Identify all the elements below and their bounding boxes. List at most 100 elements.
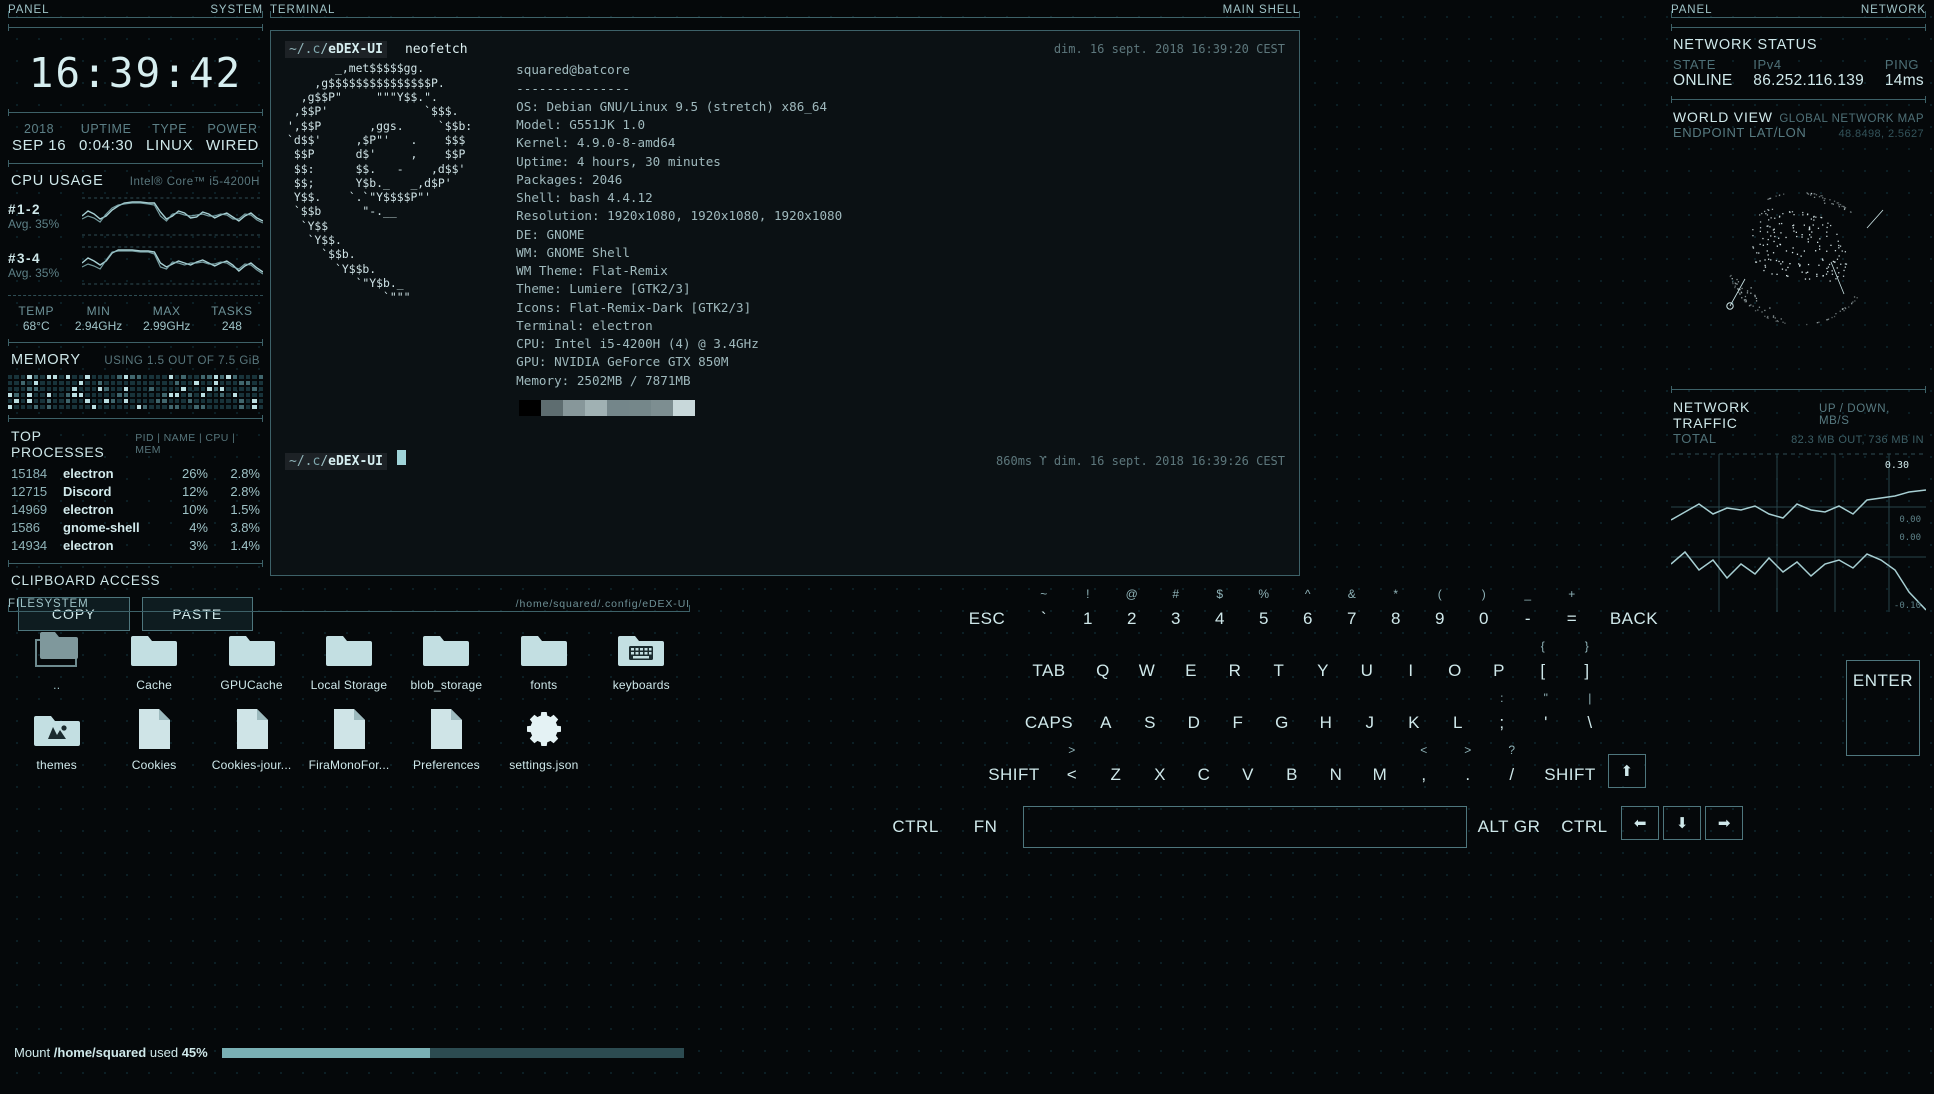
memory-cell <box>226 375 231 379</box>
key-tab[interactable]: TAB <box>1019 650 1079 692</box>
key-shift[interactable]: SHIFT <box>1536 754 1604 796</box>
key-[interactable]: {[ <box>1523 639 1563 692</box>
key-k[interactable]: K <box>1394 702 1434 744</box>
key-8[interactable]: * 8 <box>1376 587 1416 640</box>
terminal-output[interactable]: ~/.c/eDEX-UI neofetch dim. 16 sept. 2018… <box>270 30 1300 576</box>
key-s[interactable]: S <box>1130 702 1170 744</box>
filesystem-item[interactable]: Cookies-jour... <box>203 706 300 772</box>
key-ctrl[interactable]: CTRL <box>1551 806 1617 848</box>
key-enter[interactable]: ENTER <box>1845 660 1920 756</box>
table-row[interactable]: 15184 electron 26% 2.8% <box>8 464 263 482</box>
table-row[interactable]: 12715 Discord 12% 2.8% <box>8 482 263 500</box>
memory-cell <box>200 393 206 397</box>
key-h[interactable]: H <box>1306 702 1346 744</box>
key-m[interactable]: M <box>1360 754 1400 796</box>
filesystem-item[interactable]: .. <box>8 626 105 692</box>
key-[interactable]: ⬆ <box>1608 754 1646 788</box>
memory-cell <box>142 393 148 397</box>
key-[interactable]: ⬅ <box>1621 806 1660 840</box>
memory-cell <box>168 375 174 379</box>
key-o[interactable]: O <box>1435 650 1475 692</box>
filesystem-item[interactable]: Preferences <box>398 706 495 772</box>
key-3[interactable]: #3 <box>1156 587 1196 640</box>
key-[interactable]: >. <box>1448 743 1488 796</box>
key-space[interactable] <box>1022 806 1467 848</box>
key-r[interactable]: R <box>1215 650 1255 692</box>
filesystem-item[interactable]: FiraMonoFor... <box>300 706 397 772</box>
terminal-input-line[interactable]: ~/.c/eDEX-UI 860ms ϒ dim. 16 sept. 2018 … <box>285 449 1285 471</box>
key-v[interactable]: V <box>1228 754 1268 796</box>
world-globe[interactable] <box>1671 140 1926 380</box>
key-t[interactable]: T <box>1259 650 1299 692</box>
key-j[interactable]: J <box>1350 702 1390 744</box>
key-i[interactable]: I <box>1391 650 1431 692</box>
endpoint-label: ENDPOINT LAT/LON <box>1673 125 1807 140</box>
filesystem-item[interactable]: settings.json <box>495 706 592 772</box>
memory-cell <box>232 375 238 379</box>
key-[interactable]: ➡ <box>1705 806 1744 840</box>
key-0[interactable]: ) 0 <box>1464 587 1504 640</box>
key-p[interactable]: P <box>1479 650 1519 692</box>
key-[interactable]: | \ <box>1570 691 1610 744</box>
key-w[interactable]: W <box>1127 650 1167 692</box>
memory-cell <box>72 405 77 409</box>
key-d[interactable]: D <box>1174 702 1214 744</box>
table-row[interactable]: 14969 electron 10% 1.5% <box>8 500 263 518</box>
key-[interactable]: ? / <box>1492 743 1532 796</box>
key-alt-gr[interactable]: ALT GR <box>1471 806 1548 848</box>
filesystem-item[interactable]: themes <box>8 706 105 772</box>
key-5[interactable]: % 5 <box>1244 587 1284 640</box>
filesystem-item[interactable]: Cache <box>105 626 202 692</box>
key-[interactable]: :; <box>1482 691 1522 744</box>
filesystem-item[interactable]: GPUCache <box>203 626 300 692</box>
key-e[interactable]: E <box>1171 650 1211 692</box>
key-n[interactable]: N <box>1316 754 1356 796</box>
key-g[interactable]: G <box>1262 702 1302 744</box>
memory-cell <box>155 381 161 385</box>
filesystem-item[interactable]: keyboards <box>593 626 690 692</box>
key-y[interactable]: Y <box>1303 650 1343 692</box>
key-f[interactable]: F <box>1218 702 1258 744</box>
memory-cell <box>220 387 225 391</box>
cpu-stat-tasks: TASKS 248 <box>211 304 252 333</box>
key-caps[interactable]: CAPS <box>1016 702 1082 744</box>
filesystem-item[interactable]: Local Storage <box>300 626 397 692</box>
key-7[interactable]: & 7 <box>1332 587 1372 640</box>
key-1[interactable]: ! 1 <box>1068 587 1108 640</box>
key-4[interactable]: $4 <box>1200 587 1240 640</box>
memory-cell <box>175 405 180 409</box>
key-[interactable]: > < <box>1052 743 1092 796</box>
key-[interactable]: ⬇ <box>1663 806 1702 840</box>
key-b[interactable]: B <box>1272 754 1312 796</box>
key-[interactable]: <, <box>1404 743 1444 796</box>
key-[interactable]: + = <box>1552 587 1592 640</box>
filesystem-item-label: fonts <box>530 678 558 692</box>
key-x[interactable]: X <box>1140 754 1180 796</box>
key-2[interactable]: @2 <box>1112 587 1152 640</box>
table-row[interactable]: 1586 gnome-shell 4% 3.8% <box>8 518 263 536</box>
key-back[interactable]: BACK <box>1596 598 1672 640</box>
key-[interactable]: ~ ` <box>1024 587 1064 640</box>
key-6[interactable]: ^ 6 <box>1288 587 1328 640</box>
filesystem-item[interactable]: Cookies <box>105 706 202 772</box>
key-9[interactable]: (9 <box>1420 587 1460 640</box>
key-ctrl[interactable]: CTRL <box>883 806 949 848</box>
key-l[interactable]: L <box>1438 702 1478 744</box>
key-esc[interactable]: ESC <box>954 598 1020 640</box>
memory-cell <box>194 399 199 403</box>
key-z[interactable]: Z <box>1096 754 1136 796</box>
key-fn[interactable]: FN <box>953 806 1019 848</box>
filesystem-item[interactable]: fonts <box>495 626 592 692</box>
key-[interactable]: " ' <box>1526 691 1566 744</box>
key-[interactable]: }] <box>1567 639 1607 692</box>
key-u[interactable]: U <box>1347 650 1387 692</box>
key-label: ` <box>1040 609 1048 628</box>
filesystem-item[interactable]: blob_storage <box>398 626 495 692</box>
key-c[interactable]: C <box>1184 754 1224 796</box>
key-shift[interactable]: SHIFT <box>980 754 1048 796</box>
table-row[interactable]: 14934 electron 3% 1.4% <box>8 536 263 554</box>
key-[interactable]: _ - <box>1508 587 1548 640</box>
key-a[interactable]: A <box>1086 702 1126 744</box>
key-q[interactable]: Q <box>1083 650 1123 692</box>
memory-cell <box>40 393 45 397</box>
